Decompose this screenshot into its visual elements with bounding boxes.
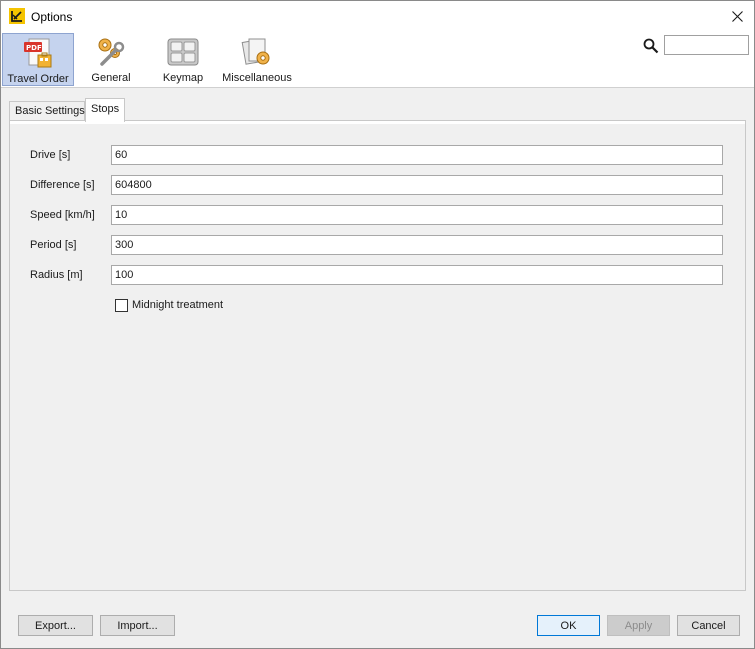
toolbar-item-label: Travel Order (7, 73, 69, 85)
gears-wrench-icon (98, 38, 125, 66)
drive-label: Drive [s] (30, 149, 71, 161)
midnight-treatment-checkbox[interactable] (115, 299, 128, 312)
apply-button[interactable]: Apply (607, 615, 670, 636)
toolbar-item-keymap[interactable]: Keymap (157, 33, 209, 86)
search-input[interactable] (664, 35, 749, 55)
stops-settings-panel: Drive [s] Difference [s] Speed [km/h] Pe… (9, 120, 746, 591)
difference-field[interactable] (111, 175, 723, 195)
search-icon (643, 38, 659, 54)
svg-text:PDF: PDF (26, 44, 42, 52)
radius-field[interactable] (111, 265, 723, 285)
radius-label: Radius [m] (30, 269, 83, 281)
toolbar-item-label: Miscellaneous (222, 72, 292, 84)
export-button[interactable]: Export... (18, 615, 93, 636)
cancel-button[interactable]: Cancel (677, 615, 740, 636)
title-bar: Options (1, 1, 754, 32)
toolbar-item-miscellaneous[interactable]: Miscellaneous (221, 33, 293, 86)
toolbar-item-general[interactable]: General (85, 33, 137, 86)
speed-row: Speed [km/h] (10, 205, 747, 225)
toolbar-item-travel-order[interactable]: PDF Travel Order (2, 33, 74, 86)
midnight-treatment-label: Midnight treatment (132, 299, 224, 311)
window-title: Options (31, 10, 73, 24)
documents-gear-icon (241, 38, 270, 65)
difference-label: Difference [s] (30, 179, 95, 191)
close-icon (731, 11, 743, 22)
period-label: Period [s] (30, 239, 77, 251)
drive-field[interactable] (111, 145, 723, 165)
keyboard-keys-icon (167, 38, 199, 66)
close-button[interactable] (720, 1, 754, 32)
speed-field[interactable] (111, 205, 723, 225)
drive-row: Drive [s] (10, 145, 747, 165)
difference-row: Difference [s] (10, 175, 747, 195)
period-row: Period [s] (10, 235, 747, 255)
period-field[interactable] (111, 235, 723, 255)
app-logo-icon (9, 8, 25, 24)
toolbar-item-label: Keymap (162, 72, 204, 84)
import-button[interactable]: Import... (100, 615, 175, 636)
speed-label: Speed [km/h] (30, 209, 95, 221)
ok-button[interactable]: OK (537, 615, 600, 636)
options-dialog: Options PDF Travel Order General Keymap … (0, 0, 755, 649)
pdf-document-icon: PDF (24, 38, 52, 68)
tab-stops[interactable]: Stops (85, 98, 125, 122)
radius-row: Radius [m] (10, 265, 747, 285)
tab-basic-settings[interactable]: Basic Settings (9, 101, 85, 121)
category-toolbar: PDF Travel Order General Keymap Miscella… (1, 32, 754, 88)
toolbar-item-label: General (91, 72, 131, 84)
